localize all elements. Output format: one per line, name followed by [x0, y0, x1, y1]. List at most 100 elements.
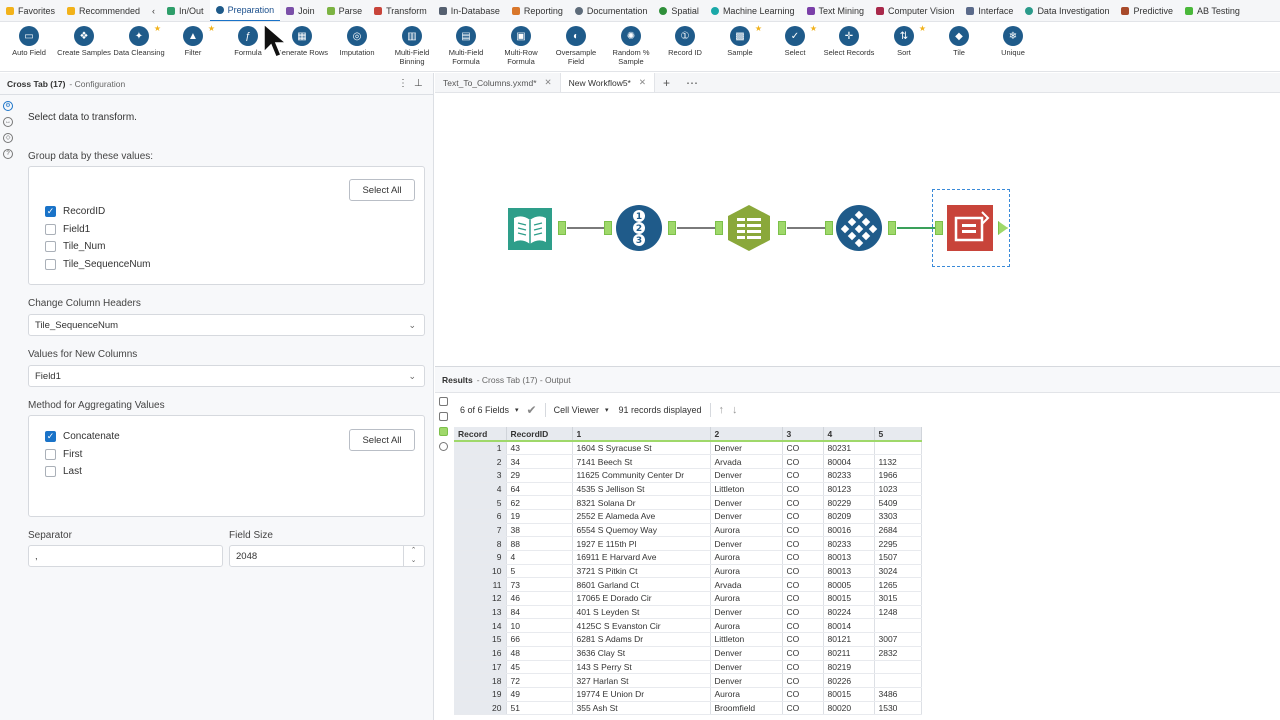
- table-cell[interactable]: Broomfield: [710, 701, 783, 716]
- document-tab[interactable]: Text_To_Columns.yxmd* ✕: [435, 73, 561, 92]
- checkbox-row[interactable]: First: [45, 448, 82, 460]
- table-cell[interactable]: 1604 S Syracuse St: [572, 441, 711, 456]
- text-to-columns-node[interactable]: [725, 204, 773, 252]
- table-cell[interactable]: 34: [506, 454, 573, 469]
- table-cell[interactable]: 80209: [823, 509, 875, 524]
- table-cell[interactable]: CO: [782, 495, 824, 510]
- check-icon[interactable]: ✔: [527, 403, 537, 417]
- table-cell[interactable]: 16911 E Harvard Ave: [572, 550, 711, 565]
- column-header[interactable]: 3: [782, 427, 824, 442]
- table-cell[interactable]: 14: [454, 618, 507, 634]
- tool-auto-field[interactable]: ▭ Auto Field: [1, 26, 57, 57]
- list-icon[interactable]: [439, 397, 448, 406]
- table-cell[interactable]: Arvada: [710, 454, 783, 469]
- table-cell[interactable]: 1023: [874, 482, 922, 497]
- table-cell[interactable]: 6: [454, 509, 507, 524]
- table-cell[interactable]: 11: [454, 577, 507, 593]
- table-cell[interactable]: 3015: [874, 591, 922, 606]
- table-cell[interactable]: 327 Harlan St: [572, 673, 711, 688]
- table-cell[interactable]: 64: [506, 482, 573, 497]
- table-cell[interactable]: CO: [782, 577, 824, 593]
- table-cell[interactable]: 1966: [874, 468, 922, 483]
- table-cell[interactable]: 80015: [823, 687, 875, 702]
- table-row[interactable]: 11 73 8601 Garland Ct Arvada CO 80005 1265: [454, 577, 922, 593]
- category-tab-preparation[interactable]: Preparation: [209, 0, 281, 21]
- table-cell[interactable]: 17065 E Dorado Cir: [572, 591, 711, 606]
- table-cell[interactable]: 80005: [823, 577, 875, 593]
- table-cell[interactable]: Aurora: [710, 550, 783, 565]
- table-cell[interactable]: 1248: [874, 605, 922, 620]
- table-cell[interactable]: 18: [454, 673, 507, 688]
- separator-input[interactable]: ,: [28, 545, 223, 567]
- table-cell[interactable]: 1507: [874, 550, 922, 565]
- table-cell[interactable]: 3721 S Pitkin Ct: [572, 564, 711, 579]
- table-cell[interactable]: Denver: [710, 509, 783, 524]
- more-options-icon[interactable]: ⋮: [398, 78, 408, 89]
- table-cell[interactable]: Arvada: [710, 577, 783, 593]
- record-id-node[interactable]: 1 2 3: [615, 204, 663, 252]
- table-cell[interactable]: 16: [454, 646, 507, 661]
- table-cell[interactable]: CO: [782, 523, 824, 538]
- table-cell[interactable]: 80121: [823, 632, 875, 647]
- table-cell[interactable]: 80233: [823, 468, 875, 483]
- input-anchor[interactable]: [825, 221, 833, 235]
- table-cell[interactable]: CO: [782, 605, 824, 620]
- table-cell[interactable]: 2684: [874, 523, 922, 538]
- table-cell[interactable]: 45: [506, 660, 573, 675]
- table-cell[interactable]: 46: [506, 591, 573, 606]
- tag-icon[interactable]: ◇: [3, 133, 13, 143]
- checkbox-row[interactable]: Field1: [45, 223, 90, 235]
- connection-icon[interactable]: ↔: [3, 117, 13, 127]
- table-row[interactable]: 16 48 3636 Clay St Denver CO 80211 2832: [454, 646, 922, 661]
- checkbox-unchecked[interactable]: [45, 448, 56, 460]
- tool-sort[interactable]: ⇅ ★ Sort: [876, 24, 932, 57]
- table-cell[interactable]: Littleton: [710, 482, 783, 497]
- category-tab-parse[interactable]: Parse: [321, 0, 369, 21]
- table-cell[interactable]: 3636 Clay St: [572, 646, 711, 661]
- category-tab-machine-learning[interactable]: Machine Learning: [705, 0, 801, 21]
- table-row[interactable]: 10 5 3721 S Pitkin Ct Aurora CO 80013 3024: [454, 564, 922, 579]
- table-cell[interactable]: 66: [506, 632, 573, 647]
- table-cell[interactable]: Denver: [710, 605, 783, 620]
- table-cell[interactable]: 3486: [874, 687, 922, 702]
- tool-multi-field-formula[interactable]: ▤ Multi-Field Formula: [438, 26, 494, 66]
- method-select-all-button[interactable]: Select All: [349, 429, 415, 451]
- table-cell[interactable]: 10: [506, 618, 573, 634]
- checkbox-unchecked[interactable]: [45, 258, 56, 270]
- table-cell[interactable]: 62: [506, 495, 573, 510]
- input-data-node[interactable]: [506, 204, 554, 252]
- table-cell[interactable]: 4125C S Evanston Cir: [572, 618, 711, 634]
- table-cell[interactable]: 80226: [823, 673, 875, 688]
- table-cell[interactable]: 2295: [874, 536, 922, 551]
- column-header[interactable]: 4: [823, 427, 875, 442]
- table-cell[interactable]: 2832: [874, 646, 922, 661]
- output-anchor[interactable]: [668, 221, 676, 235]
- table-cell[interactable]: 19: [454, 687, 507, 702]
- category-tab-transform[interactable]: Transform: [368, 0, 433, 21]
- table-cell[interactable]: 80015: [823, 591, 875, 606]
- table-cell[interactable]: 29: [506, 468, 573, 483]
- table-cell[interactable]: [874, 441, 922, 456]
- category-tab-interface[interactable]: Interface: [960, 0, 1019, 21]
- category-tab-reporting[interactable]: Reporting: [506, 0, 569, 21]
- table-cell[interactable]: 6554 S Quemoy Way: [572, 523, 711, 538]
- table-cell[interactable]: CO: [782, 454, 824, 469]
- category-tab-in-database[interactable]: In-Database: [433, 0, 506, 21]
- table-row[interactable]: 13 84 401 S Leyden St Denver CO 80224 1248: [454, 605, 922, 620]
- table-cell[interactable]: 20: [454, 701, 507, 716]
- table-cell[interactable]: 80013: [823, 550, 875, 565]
- input-anchor[interactable]: [604, 221, 612, 235]
- arrow-up-icon[interactable]: ↑: [719, 404, 725, 416]
- table-cell[interactable]: 3303: [874, 509, 922, 524]
- category-tab-ab-testing[interactable]: AB Testing: [1179, 0, 1246, 21]
- table-cell[interactable]: Denver: [710, 441, 783, 456]
- tool-select[interactable]: ✓ ★ Select: [767, 24, 823, 57]
- table-row[interactable]: 7 38 6554 S Quemoy Way Aurora CO 80016 2684: [454, 523, 922, 538]
- table-cell[interactable]: 4535 S Jellison St: [572, 482, 711, 497]
- checkbox-row[interactable]: ✓ Concatenate: [45, 431, 120, 442]
- table-cell[interactable]: Aurora: [710, 564, 783, 579]
- table-cell[interactable]: 72: [506, 673, 573, 688]
- table-cell[interactable]: CO: [782, 632, 824, 647]
- table-row[interactable]: 14 10 4125C S Evanston Cir Aurora CO 80014: [454, 618, 922, 634]
- table-cell[interactable]: [874, 660, 922, 675]
